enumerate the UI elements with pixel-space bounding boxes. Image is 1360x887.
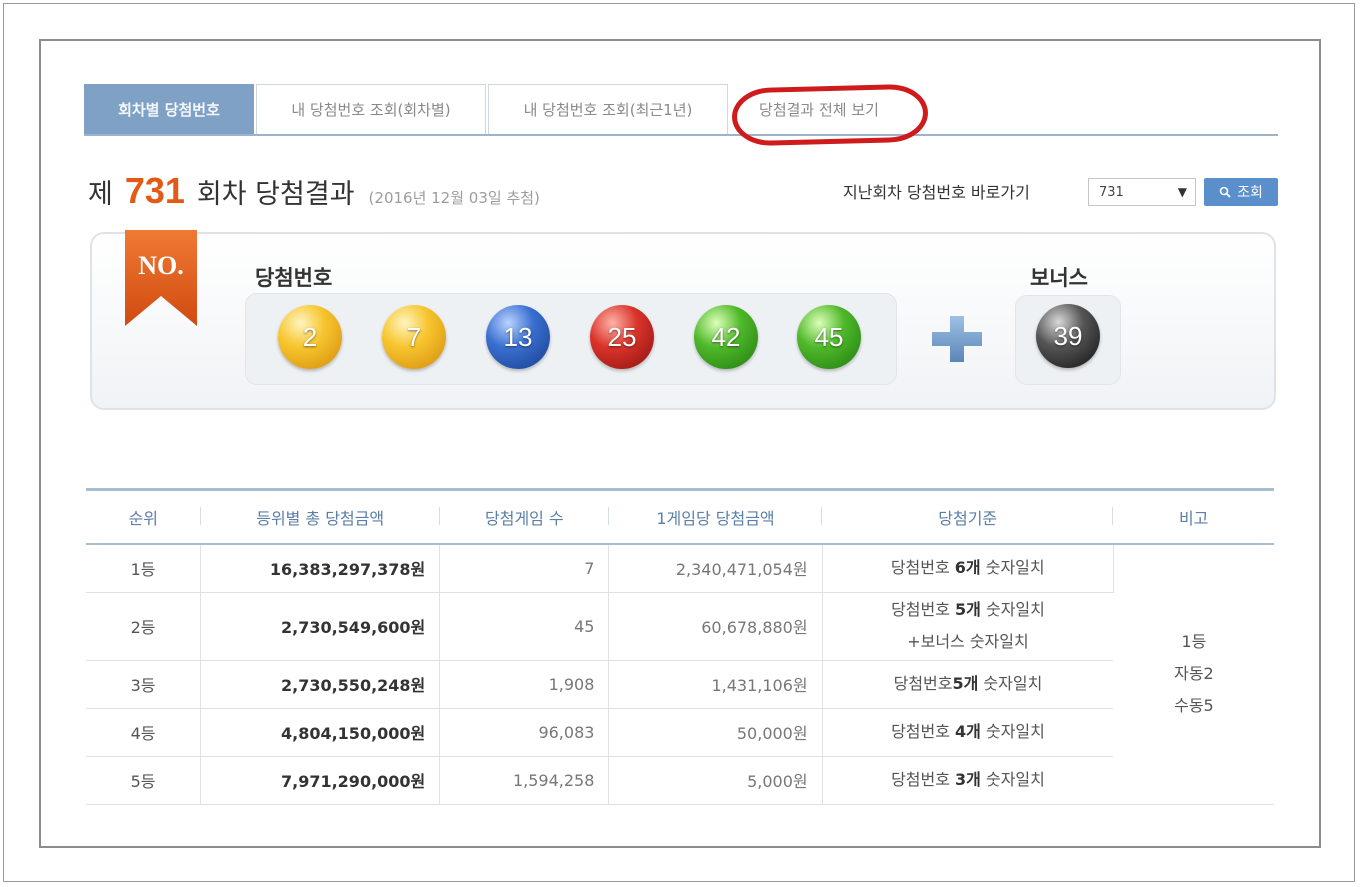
round-select-value: 731 [1099,184,1124,200]
title-prefix: 제 [88,179,113,210]
header-each: 1게임당 당첨금액 [608,488,823,545]
cell-total: 7,971,290,000원 [200,756,441,805]
ribbon-text: NO. [138,251,184,280]
cell-total: 4,804,150,000원 [200,708,441,757]
cell-criteria: 당첨번호 6개 숫자일치 [822,544,1114,593]
cell-each: 5,000원 [608,756,823,805]
note-line: 1등 [1181,632,1207,652]
cell-criteria: 당첨번호5개 숫자일치 [822,660,1114,709]
cell-criteria: 당첨번호 5개 숫자일치 +보너스 숫자일치 [822,592,1114,661]
cell-count: 45 [439,592,610,661]
bonus-label: 보너스 [1030,266,1088,290]
bonus-ball: 39 [1036,304,1100,368]
winning-ball: 2 [278,305,342,369]
tab-my-numbers-by-round[interactable]: 내 당첨번호 조회(회차별) [256,84,486,134]
tab-my-numbers-recent-year[interactable]: 내 당첨번호 조회(최근1년) [488,84,728,134]
cell-count: 7 [439,544,610,593]
cell-note: 1등 자동2 수동5 [1113,544,1274,805]
cell-rank: 4등 [86,708,202,757]
table-row: 1등 16,383,297,378원 7 2,340,471,054원 당첨번호… [86,544,1274,805]
table-row: 2등 2,730,549,600원 45 60,678,880원 당첨번호 5개… [86,592,1274,661]
cell-each: 2,340,471,054원 [608,544,823,593]
cell-total: 2,730,549,600원 [200,592,441,661]
dropdown-arrow-icon: ▼ [1177,185,1187,199]
winning-ball: 25 [590,305,654,369]
title-suffix: 회차 당첨결과 [196,179,355,210]
search-icon [1219,186,1231,198]
note-line: 수동5 [1174,696,1214,716]
cell-rank: 1등 [86,544,202,593]
prize-table: 순위 등위별 총 당첨금액 당첨게임 수 1게임당 당첨금액 당첨기준 비고 1… [86,488,1274,805]
table-row: 5등 7,971,290,000원 1,594,258 5,000원 당첨번호 … [86,756,1274,805]
red-highlight-circle [731,83,929,147]
round-select[interactable]: 731 ▼ [1088,178,1196,206]
winning-numbers-label: 당첨번호 [255,266,333,290]
round-number: 731 [124,170,185,211]
cell-criteria: 당첨번호 3개 숫자일치 [822,756,1114,805]
search-button-label: 조회 [1237,185,1263,201]
cell-each: 50,000원 [608,708,823,757]
cell-count: 1,594,258 [439,756,610,805]
header-rank: 순위 [86,488,201,545]
winning-ball: 42 [694,305,758,369]
cell-count: 1,908 [439,660,610,709]
tab-underline [84,134,1278,136]
note-line: 자동2 [1174,664,1214,684]
cell-each: 60,678,880원 [608,592,823,661]
search-button[interactable]: 조회 [1204,178,1278,206]
criteria-bonus-line: +보너스 숫자일치 [907,632,1029,651]
cell-rank: 2등 [86,592,202,661]
winning-ball: 13 [486,305,550,369]
cell-rank: 3등 [86,660,202,709]
header-criteria: 당첨기준 [822,488,1114,545]
cell-total: 16,383,297,378원 [200,544,441,593]
winning-ball: 7 [382,305,446,369]
table-row: 3등 2,730,550,248원 1,908 1,431,106원 당첨번호5… [86,660,1274,709]
plus-icon [932,316,982,362]
header-count: 당첨게임 수 [439,488,609,545]
past-round-label: 지난회차 당첨번호 바로가기 [843,183,1030,202]
tab-round-results[interactable]: 회차별 당첨번호 [84,84,254,134]
header-note: 비고 [1113,488,1274,545]
draw-date: (2016년 12월 03일 추첨) [368,189,540,207]
ribbon-badge: NO. [125,230,197,326]
cell-rank: 5등 [86,756,202,805]
table-header-row: 순위 등위별 총 당첨금액 당첨게임 수 1게임당 당첨금액 당첨기준 비고 [86,488,1274,545]
page-title: 제 731 회차 당첨결과 (2016년 12월 03일 추첨) [88,170,540,212]
table-row: 4등 4,804,150,000원 96,083 50,000원 당첨번호 4개… [86,708,1274,757]
winning-ball: 45 [797,305,861,369]
cell-criteria: 당첨번호 4개 숫자일치 [822,708,1114,757]
cell-total: 2,730,550,248원 [200,660,441,709]
cell-each: 1,431,106원 [608,660,823,709]
cell-count: 96,083 [439,708,610,757]
header-total: 등위별 총 당첨금액 [200,488,440,545]
